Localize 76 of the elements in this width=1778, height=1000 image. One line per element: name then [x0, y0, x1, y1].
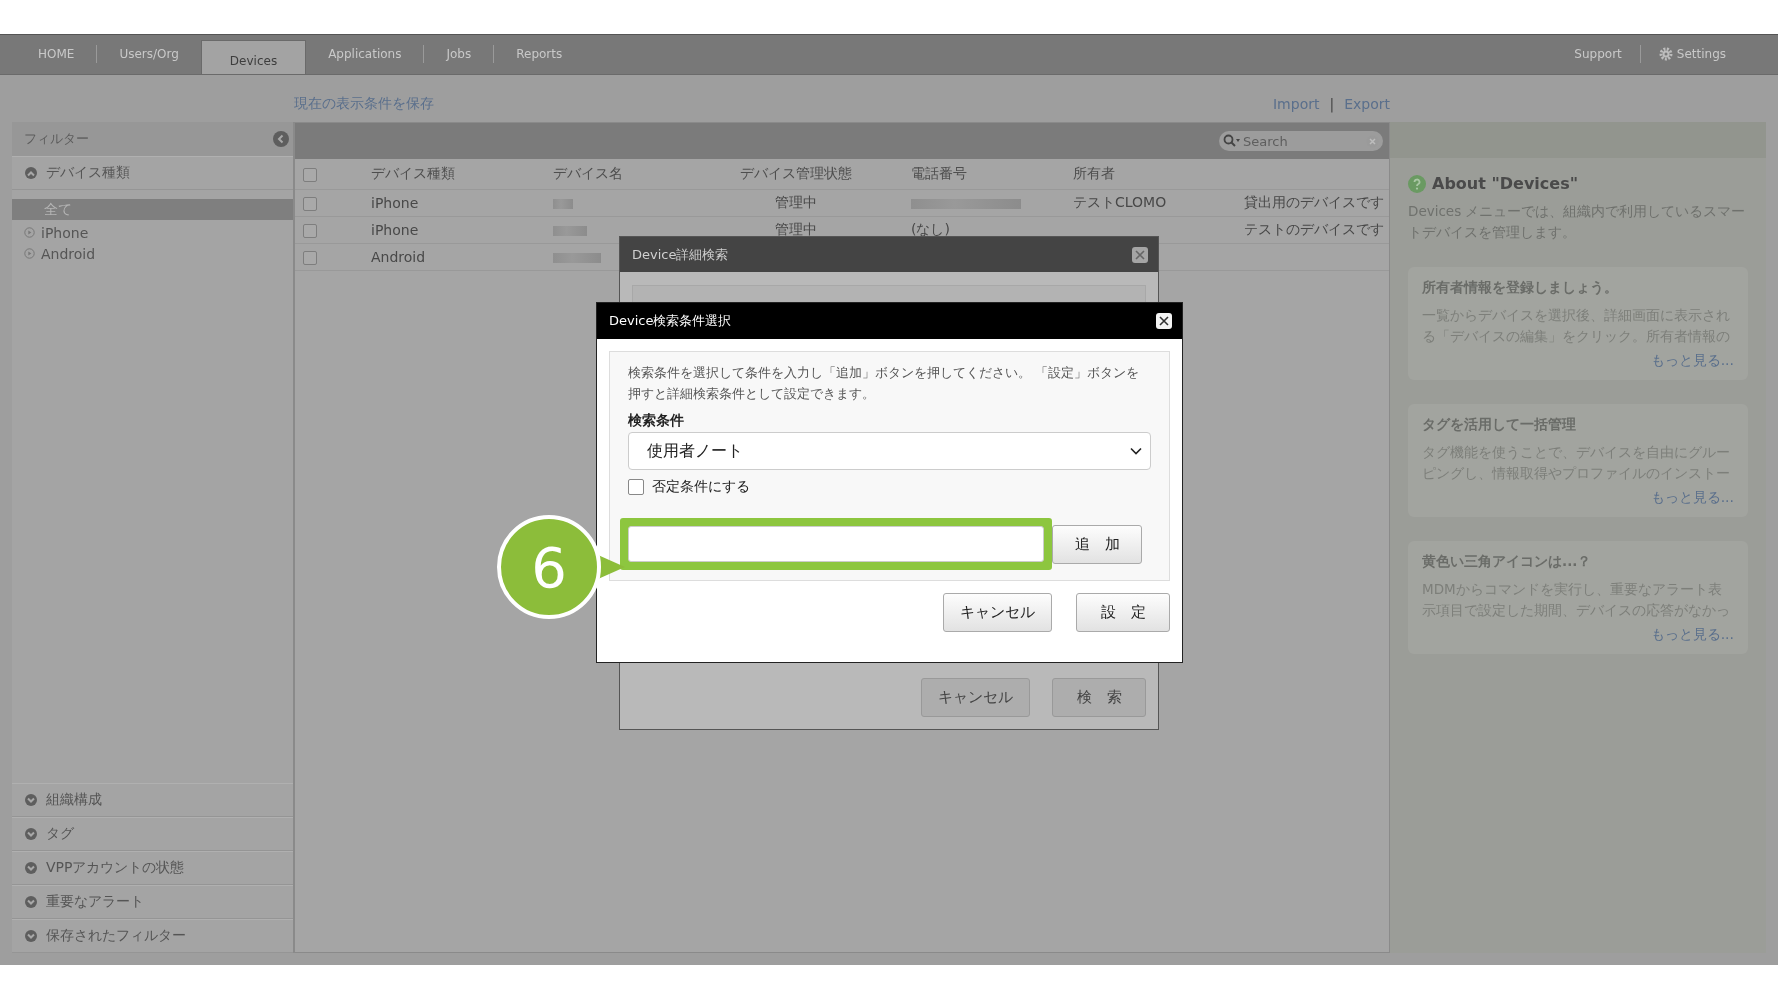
filter-section[interactable]: デバイス種類	[12, 156, 293, 190]
help-title: About "Devices"	[1432, 174, 1578, 193]
column-header[interactable]: 所有者	[1073, 165, 1115, 181]
checkbox-label: 否定条件にする	[652, 478, 750, 496]
dialog-title: Device検索条件選択	[609, 312, 732, 330]
instruction-text: 検索条件を選択して条件を入力し「追加」ボタンを押してください。 「設定」ボタンを押すと詳細検索条件として設定できます。	[628, 364, 1141, 403]
tip-title: 所有者情報を登録しましょう。	[1422, 279, 1619, 297]
more-link[interactable]: もっと見る...	[1650, 352, 1734, 368]
support-link[interactable]: Support	[1556, 47, 1640, 61]
checkbox[interactable]	[303, 224, 317, 238]
column-header[interactable]: デバイス名	[553, 165, 623, 181]
search-icon	[1223, 134, 1241, 148]
tip-title: 黄色い三角アイコンは...？	[1422, 553, 1593, 571]
filter-section[interactable]: VPPアカウントの状態	[12, 851, 293, 885]
column-header[interactable]: 電話番号	[911, 165, 967, 181]
close-icon	[1135, 249, 1145, 260]
nav-tab[interactable]: Reports	[494, 34, 585, 74]
search-field[interactable]: Search	[1219, 131, 1383, 151]
chevron-down-icon	[24, 827, 38, 841]
search-button[interactable]: 検 索	[1052, 678, 1146, 717]
chevron-down-icon	[24, 793, 38, 807]
checkbox[interactable]	[303, 197, 317, 211]
column-header[interactable]: デバイス種類	[371, 165, 455, 181]
filter-section[interactable]: 重要なアラート	[12, 885, 293, 919]
export-link[interactable]: Export	[1344, 95, 1390, 112]
import-link[interactable]: Import	[1273, 95, 1320, 112]
play-circle-icon	[24, 248, 35, 259]
table-cell: テストCLOMO	[1073, 194, 1167, 210]
link-separator: |	[1329, 95, 1335, 112]
save-view-link[interactable]: 現在の表示条件を保存	[294, 94, 434, 113]
more-link[interactable]: もっと見る...	[1650, 626, 1734, 642]
nav-tab[interactable]: Devices	[200, 40, 307, 74]
help-icon	[1408, 174, 1426, 193]
table-cell: iPhone	[371, 222, 419, 238]
dialog-title: Device詳細検索	[632, 245, 729, 264]
nav-tab[interactable]: Applications	[306, 34, 424, 74]
play-circle-icon	[24, 227, 35, 238]
nav-tab[interactable]: Users/Org	[97, 34, 201, 74]
checkbox[interactable]	[628, 479, 644, 495]
table-cell: (なし)	[911, 221, 950, 237]
chevron-down-icon	[24, 895, 38, 909]
table-cell: 管理中	[775, 194, 817, 210]
cancel-button[interactable]: キャンセル	[921, 678, 1030, 717]
nav-tab[interactable]: HOME	[16, 34, 97, 74]
tip-title: タグを活用して一括管理	[1422, 416, 1577, 434]
checkbox[interactable]	[303, 168, 317, 182]
settings-link[interactable]: Settings	[1640, 47, 1744, 61]
input-field[interactable]	[628, 526, 1044, 562]
set-button[interactable]: 設 定	[1076, 593, 1170, 632]
column-header[interactable]: デバイス管理状態	[740, 165, 852, 181]
chevron-down-icon	[1130, 447, 1142, 455]
filter-item[interactable]: iPhone	[12, 222, 293, 243]
table-cell: 貸出用のデバイスです	[1244, 194, 1384, 210]
nav-tab[interactable]: Jobs	[424, 34, 494, 74]
cancel-button[interactable]: キャンセル	[943, 593, 1052, 632]
field-label: 検索条件	[628, 412, 685, 430]
condition-dropdown[interactable]: 使用者ノート	[628, 432, 1151, 470]
table-cell: Android	[371, 249, 426, 265]
filter-section[interactable]: 保存されたフィルター	[12, 919, 293, 953]
close-icon	[1159, 316, 1169, 326]
chevron-down-icon	[24, 929, 38, 943]
filter-item[interactable]: Android	[12, 243, 293, 264]
gear-icon	[1658, 47, 1673, 61]
chevron-down-icon	[24, 861, 38, 875]
more-link[interactable]: もっと見る...	[1650, 489, 1734, 505]
filter-section[interactable]: 組織構成	[12, 783, 293, 817]
step-number: 6	[531, 534, 567, 600]
table-cell: テストのデバイスです	[1244, 221, 1384, 237]
collapse-icon	[273, 131, 289, 147]
add-button[interactable]: 追 加	[1052, 524, 1142, 564]
checkbox[interactable]	[303, 251, 317, 265]
chevron-up-icon	[24, 166, 38, 180]
filter-section[interactable]: タグ	[12, 817, 293, 851]
table-cell: iPhone	[371, 195, 419, 211]
close-button[interactable]	[1156, 313, 1172, 329]
table-cell: 管理中	[775, 221, 817, 237]
